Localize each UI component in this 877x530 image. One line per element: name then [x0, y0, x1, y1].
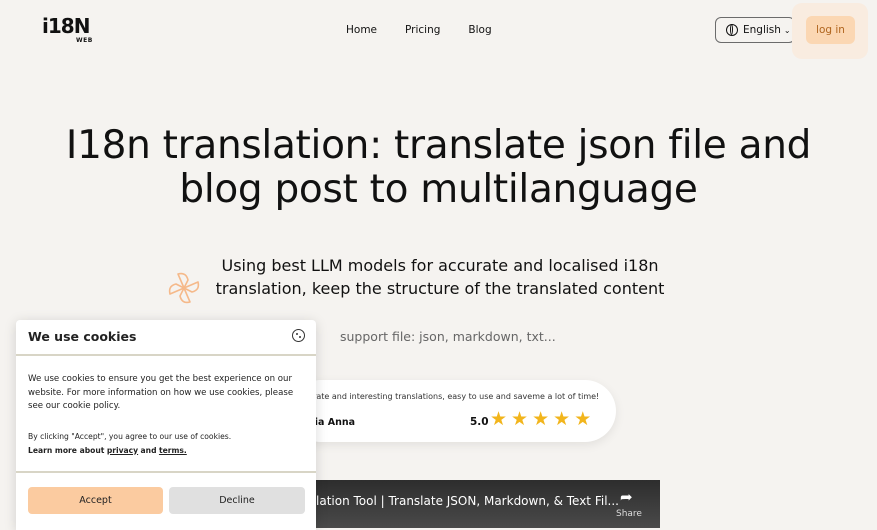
star-icon: ★	[490, 408, 508, 430]
cookie-accept-note: By clicking "Accept", you agree to our u…	[28, 430, 308, 457]
cookie-description: We use cookies to ensure you get the bes…	[28, 374, 294, 411]
hero-subtitle-line1: Using best LLM models for accurate and l…	[221, 256, 659, 275]
site-logo[interactable]: i18N WEB	[42, 14, 94, 46]
cookie-consent-dialog: We use cookies We use cookies to ensure …	[16, 320, 316, 530]
accept-note: By clicking "Accept", you agree to our u…	[28, 432, 232, 441]
logo-text: i18N	[42, 14, 90, 38]
learn-more-text: Learn more about	[28, 445, 105, 455]
logo-subtext: WEB	[76, 37, 93, 44]
video-title[interactable]: lation Tool | Translate JSON, Markdown, …	[316, 494, 619, 508]
star-icon: ★	[574, 408, 592, 430]
hero-subtitle: Using best LLM models for accurate and l…	[210, 254, 670, 300]
login-button[interactable]: log in	[806, 16, 855, 44]
rating-value: 5.0	[470, 416, 489, 428]
nav-link-blog[interactable]: Blog	[468, 24, 491, 36]
cookie-icon	[292, 329, 305, 342]
nav-links: Home Pricing Blog	[346, 24, 492, 36]
terms-link[interactable]: terms.	[159, 446, 187, 455]
and-text: and	[140, 445, 157, 455]
language-label: English	[743, 24, 781, 36]
share-icon[interactable]: ➦	[620, 488, 633, 506]
hero-title-line2: blog post to multilanguage	[179, 167, 698, 212]
star-icon: ★	[511, 408, 529, 430]
testimonial-quote: urate and interesting translations, easy…	[308, 392, 600, 401]
privacy-link[interactable]: privacy	[107, 446, 138, 455]
testimonial-card: urate and interesting translations, easy…	[290, 380, 616, 442]
video-embed[interactable]: lation Tool | Translate JSON, Markdown, …	[300, 480, 660, 528]
hero-subtitle-line2: translation, keep the structure of the t…	[215, 279, 665, 298]
decline-button[interactable]: Decline	[169, 487, 305, 514]
chevron-down-icon: ⌄	[783, 25, 791, 35]
divider	[16, 471, 316, 473]
top-navigation: i18N WEB Home Pricing Blog English ⌄ log…	[0, 0, 877, 62]
star-icon: ★	[553, 408, 571, 430]
rating-stars: ★ ★ ★ ★ ★	[490, 407, 591, 431]
divider	[16, 354, 316, 356]
accept-button[interactable]: Accept	[28, 487, 163, 514]
pinwheel-icon	[168, 272, 200, 304]
hero-title: I18n translation: translate json file an…	[0, 124, 877, 212]
share-label[interactable]: Share	[616, 509, 642, 519]
star-icon: ★	[532, 408, 550, 430]
language-selector[interactable]: English ⌄	[715, 17, 795, 43]
nav-link-pricing[interactable]: Pricing	[405, 24, 440, 36]
nav-link-home[interactable]: Home	[346, 24, 377, 36]
cookie-title: We use cookies	[28, 329, 137, 344]
hero-title-line1: I18n translation: translate json file an…	[65, 123, 812, 168]
globe-icon	[726, 24, 738, 36]
supported-files-text: support file: json, markdown, txt...	[340, 329, 556, 344]
